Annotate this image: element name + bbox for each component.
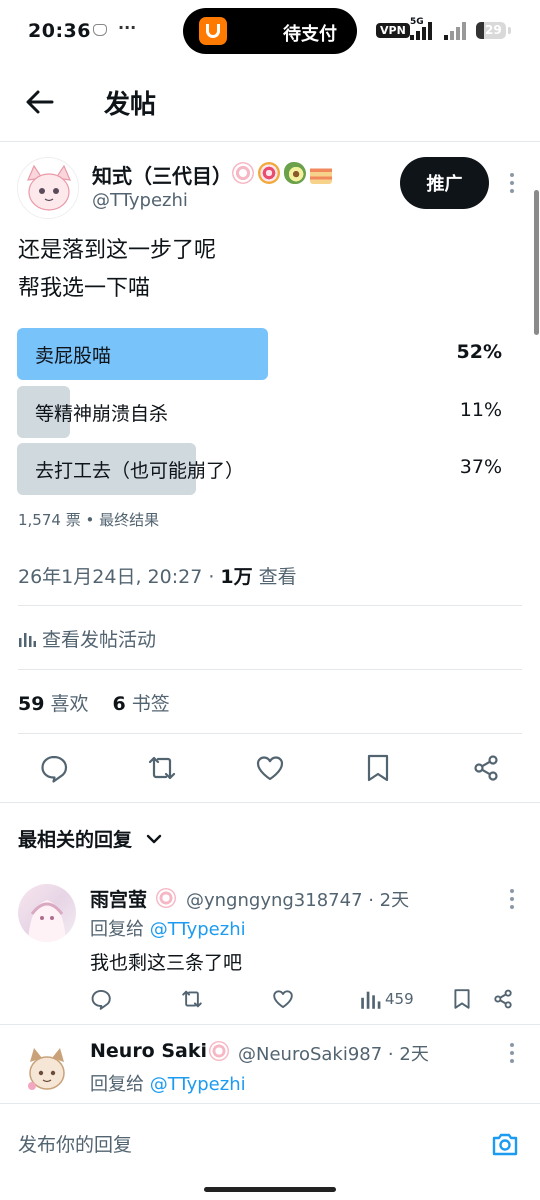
narutomaki-emoji-icon xyxy=(209,1041,229,1061)
scrollbar[interactable] xyxy=(534,190,539,335)
status-bar: 20:36 ··· 待支付 VPN 5G 29 xyxy=(0,0,540,62)
signal-strength-2-icon xyxy=(444,22,470,40)
post-timestamp: 26年1月24日, 20:27 · 1万 查看 xyxy=(18,566,297,588)
bookmarks-stat[interactable]: 6 书签 xyxy=(113,693,170,715)
author-name[interactable]: 知式（三代目） xyxy=(92,160,232,189)
signal-strength-icon xyxy=(410,22,436,40)
reply-views-count: 459 xyxy=(385,990,414,1008)
back-arrow-icon[interactable] xyxy=(24,86,56,118)
author-handle[interactable]: @TTypezhi xyxy=(92,190,188,211)
poll-option-percent: 37% xyxy=(459,456,502,478)
share-icon[interactable] xyxy=(471,753,501,783)
post-text-line: 还是落到这一步了呢 xyxy=(18,238,217,263)
like-icon[interactable] xyxy=(272,988,294,1010)
more-notifications-icon: ··· xyxy=(118,18,137,37)
views-icon[interactable] xyxy=(360,988,382,1010)
reply-avatar[interactable] xyxy=(18,884,76,942)
poll-option: 卖屁股喵 52% xyxy=(17,328,505,380)
camera-icon[interactable] xyxy=(490,1129,520,1159)
post-text-line: 帮我选一下喵 xyxy=(18,276,151,301)
poll-option: 去打工去（也可能崩了） 37% xyxy=(17,443,505,495)
share-icon[interactable] xyxy=(492,988,514,1010)
dynamic-island-pill[interactable]: 待支付 xyxy=(183,8,357,54)
reply-to-line: 回复给 @TTypezhi xyxy=(90,919,246,940)
author-avatar[interactable] xyxy=(17,157,79,219)
poll-option-percent: 52% xyxy=(456,341,502,363)
page-title: 发帖 xyxy=(104,90,157,120)
repost-icon[interactable] xyxy=(181,988,203,1010)
bookmark-icon[interactable] xyxy=(363,753,393,783)
reply-text: 我也剩这三条了吧 xyxy=(90,952,243,974)
poll-option-label: 去打工去（也可能崩了） xyxy=(35,460,245,482)
post-stats: 59 喜欢 6 书签 xyxy=(18,689,170,716)
likes-stat[interactable]: 59 喜欢 xyxy=(18,693,88,715)
reply-to-line: 回复给 @TTypezhi xyxy=(90,1074,246,1095)
bookmark-icon[interactable] xyxy=(451,988,473,1010)
home-indicator[interactable] xyxy=(204,1187,336,1192)
battery-icon: 29 xyxy=(476,22,506,39)
poll-option-percent: 11% xyxy=(459,399,502,421)
post-more-options-icon[interactable] xyxy=(509,173,515,197)
narutomaki-emoji-icon xyxy=(156,888,176,908)
promote-button[interactable]: 推广 xyxy=(400,157,489,209)
compose-reply-bar[interactable]: 发布你的回复 xyxy=(0,1103,540,1200)
reply-meta: @yngngyng318747 · 2天 xyxy=(186,890,410,911)
poll-status: 最终结果 xyxy=(99,511,160,529)
view-post-activity-link[interactable]: 查看发帖活动 xyxy=(18,625,156,652)
replies-sort-dropdown[interactable]: 最相关的回复 xyxy=(18,825,163,852)
poll-option: 等精神崩溃自杀 11% xyxy=(17,386,505,438)
notification-icon xyxy=(93,24,107,36)
poll-votes: 1,574 票 xyxy=(18,511,81,529)
cake-emoji-icon xyxy=(310,162,332,184)
reply-more-options-icon[interactable] xyxy=(509,1043,515,1067)
analytics-icon xyxy=(19,633,36,647)
reply-icon[interactable] xyxy=(39,753,69,783)
reply-author-name[interactable]: Neuro Saki xyxy=(90,1040,207,1062)
vpn-badge: VPN xyxy=(376,23,410,38)
reply-icon[interactable] xyxy=(90,988,112,1010)
poll-meta: 1,574 票 • 最终结果 xyxy=(18,511,160,529)
poll-option-label: 卖屁股喵 xyxy=(35,345,112,367)
reply-to-handle[interactable]: @TTypezhi xyxy=(150,1074,246,1095)
reply-more-options-icon[interactable] xyxy=(509,889,515,913)
battery-level: 29 xyxy=(485,23,502,37)
reply-meta: @NeuroSaki987 · 2天 xyxy=(238,1044,429,1065)
avocado-emoji-icon xyxy=(284,162,306,184)
repost-icon[interactable] xyxy=(147,753,177,783)
poll-option-label: 等精神崩溃自杀 xyxy=(35,403,169,425)
lollipop-emoji-icon xyxy=(258,162,280,184)
like-icon[interactable] xyxy=(255,753,285,783)
reply-avatar[interactable] xyxy=(18,1040,76,1098)
pill-status-text: 待支付 xyxy=(283,24,337,45)
chevron-down-icon xyxy=(146,834,161,844)
reply-author-name[interactable]: 雨宫萤 xyxy=(90,885,147,912)
compose-reply-input[interactable]: 发布你的回复 xyxy=(18,1130,132,1157)
views-count: 1万 xyxy=(220,566,253,588)
didi-app-icon xyxy=(199,17,227,45)
narutomaki-emoji-icon xyxy=(232,162,254,184)
reply-to-handle[interactable]: @TTypezhi xyxy=(150,919,246,940)
status-time: 20:36 xyxy=(28,20,91,42)
header-divider xyxy=(0,141,540,142)
